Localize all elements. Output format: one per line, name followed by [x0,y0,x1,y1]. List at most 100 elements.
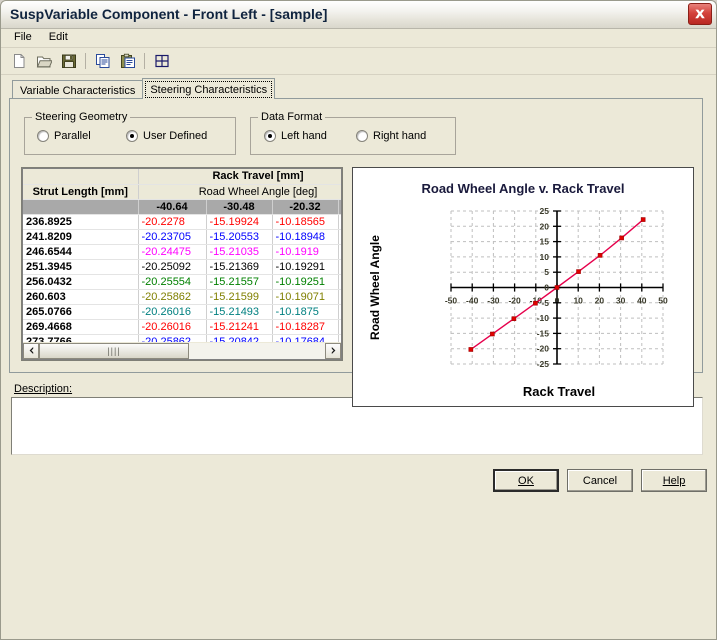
ok-button[interactable]: OK [493,469,559,492]
new-button[interactable] [7,50,30,72]
close-button[interactable] [688,3,712,25]
y-tick-label: 5 [544,267,549,277]
tab-strip: Variable Characteristics Steering Charac… [12,78,276,99]
grid-icon [154,54,169,68]
radio-right-hand[interactable]: Right hand [356,130,426,142]
radio-left-hand-indicator[interactable] [264,130,276,142]
paste-icon [120,53,135,68]
x-tick-label: -30 [487,296,500,306]
header-col-3[interactable]: -10. [338,199,341,215]
table-head: Rack Travel [mm] Strut Length [mm] Road … [23,169,341,215]
table-cell[interactable]: -5.14 [338,274,341,290]
menu-item-edit[interactable]: Edit [42,29,75,45]
table-cell[interactable]: -15.21599 [206,289,273,305]
open-button[interactable] [32,50,55,72]
x-tick-label: -20 [508,296,521,306]
table-cell[interactable]: -10.19071 [272,289,339,305]
cancel-button-label: Cancel [582,474,618,487]
table-row[interactable]: 246.6544-20.24475-15.21035-10.1919-5.14 [23,244,341,260]
close-icon [695,9,705,19]
table-cell[interactable]: -5.14 [338,289,341,305]
corner-cell [23,169,139,185]
ok-button-label: OK [518,474,534,487]
row-header-strut-length: 251.3945 [23,259,139,275]
table-row[interactable]: 265.0766-20.26016-15.21493-10.1875-5.13 [23,304,341,320]
table-cell[interactable]: -10.18565 [272,214,339,230]
table-cell[interactable]: -10.18948 [272,229,339,245]
table-row[interactable]: 251.3945-20.25092-15.21369-10.19291-5.14 [23,259,341,275]
radio-left-hand-label[interactable]: Left hand [281,130,327,142]
radio-right-hand-label[interactable]: Right hand [373,130,426,142]
table-cell[interactable]: -5.13 [338,304,341,320]
table-cell[interactable]: -20.26016 [138,319,207,335]
table-cell[interactable]: -5.14 [338,244,341,260]
radio-parallel[interactable]: Parallel [37,130,91,142]
table-cell[interactable]: -10.19291 [272,259,339,275]
data-grid[interactable]: Rack Travel [mm] Strut Length [mm] Road … [21,167,343,361]
scroll-left-button[interactable] [23,342,39,359]
table-cell[interactable]: -15.21035 [206,244,273,260]
table-row[interactable]: 269.4668-20.26016-15.21241-10.18287-5.12 [23,319,341,335]
header-col-2[interactable]: -20.32 [272,199,339,215]
table-cell[interactable]: -15.21369 [206,259,273,275]
copy-button[interactable] [91,50,114,72]
data-point [511,316,517,321]
table-cell[interactable]: -15.21241 [206,319,273,335]
group-steering-geometry: Steering Geometry Parallel User Defined [24,111,236,155]
table-row[interactable]: 256.0432-20.25554-15.21557-10.19251-5.14 [23,274,341,290]
tab-variable-characteristics[interactable]: Variable Characteristics [12,80,144,99]
radio-parallel-label[interactable]: Parallel [54,130,91,142]
cancel-button[interactable]: Cancel [567,469,633,492]
table-cell[interactable]: -10.1919 [272,244,339,260]
data-point [554,285,560,290]
group-title: Steering Geometry [32,111,131,123]
radio-user-defined-label[interactable]: User Defined [143,130,207,142]
header-col-1[interactable]: -30.48 [206,199,273,215]
table-header-row-sub: Strut Length [mm] Road Wheel Angle [deg] [23,184,341,200]
table-cell[interactable]: -20.24475 [138,244,207,260]
table-cell[interactable]: -5.14 [338,214,341,230]
table-cell[interactable]: -15.21557 [206,274,273,290]
table-cell[interactable]: -5.14 [338,259,341,275]
table-cell[interactable]: -20.25092 [138,259,207,275]
radio-left-hand[interactable]: Left hand [264,130,327,142]
table-row[interactable]: 260.603-20.25862-15.21599-10.19071-5.14 [23,289,341,305]
scrollbar-track[interactable]: |||| [39,342,325,359]
table-header-row-top: Rack Travel [mm] [23,169,341,185]
help-button[interactable]: Help [641,469,707,492]
table-cell[interactable]: -20.25554 [138,274,207,290]
table-row[interactable]: 241.8209-20.23705-15.20553-10.18948-5.14 [23,229,341,245]
radio-user-defined[interactable]: User Defined [126,130,207,142]
scrollbar-grip: |||| [107,345,121,356]
table-cell[interactable]: -10.1875 [272,304,339,320]
menu-item-file[interactable]: File [7,29,39,45]
table-button[interactable] [150,50,173,72]
table-cell[interactable]: -5.14 [338,229,341,245]
description-label: Description: [14,383,72,395]
radio-right-hand-indicator[interactable] [356,130,368,142]
horizontal-scrollbar[interactable]: |||| [23,342,341,359]
y-tick-label: 20 [540,221,550,231]
table-cell[interactable]: -15.19924 [206,214,273,230]
table-cell[interactable]: -20.2278 [138,214,207,230]
radio-parallel-indicator[interactable] [37,130,49,142]
table-cell[interactable]: -20.25862 [138,289,207,305]
table-cell[interactable]: -15.21493 [206,304,273,320]
table-cell[interactable]: -20.23705 [138,229,207,245]
table-cell[interactable]: -10.18287 [272,319,339,335]
table-row[interactable]: 236.8925-20.2278-15.19924-10.18565-5.14 [23,214,341,230]
table-cell[interactable]: -10.19251 [272,274,339,290]
radio-user-defined-indicator[interactable] [126,130,138,142]
focus-rectangle [145,81,273,98]
paste-button[interactable] [116,50,139,72]
table-cell[interactable]: -5.12 [338,319,341,335]
application-window: SuspVariable Component - Front Left - [s… [0,0,717,640]
scrollbar-thumb[interactable]: |||| [39,342,189,359]
scroll-right-button[interactable] [325,342,341,359]
tab-steering-characteristics[interactable]: Steering Characteristics [142,78,276,99]
header-col-0[interactable]: -40.64 [138,199,207,215]
y-tick-label: 15 [540,237,550,247]
table-cell[interactable]: -20.26016 [138,304,207,320]
table-cell[interactable]: -15.20553 [206,229,273,245]
save-button[interactable] [57,50,80,72]
